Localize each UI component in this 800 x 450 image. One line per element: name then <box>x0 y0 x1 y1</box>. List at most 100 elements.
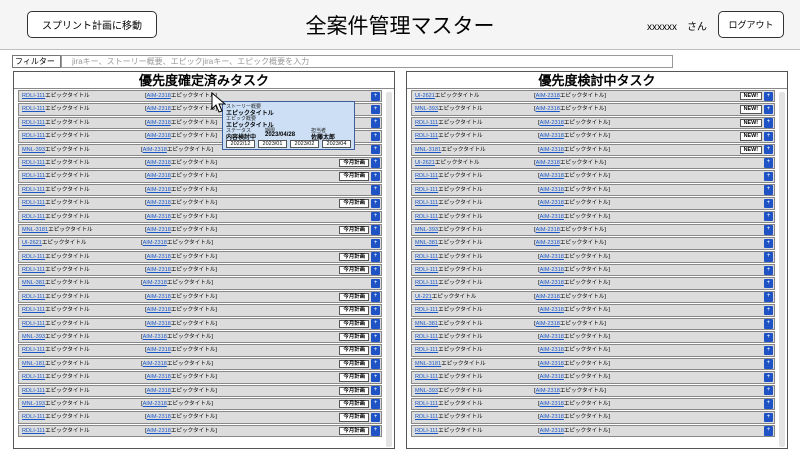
add-icon[interactable]: + <box>764 131 773 142</box>
story-key-link[interactable]: RDLI-111 <box>415 307 438 313</box>
story-key-link[interactable]: RDLI-111 <box>415 334 438 340</box>
epic-key-link[interactable]: AIM-2318 <box>540 374 564 380</box>
task-row[interactable]: RDLI-111エピックタイトル[AIM-2318エピックタイトル]+ <box>411 197 775 210</box>
add-icon[interactable]: + <box>371 305 380 316</box>
story-key-link[interactable]: RDLI-111 <box>415 374 438 380</box>
scrollbar[interactable] <box>386 92 392 447</box>
monthly-plan-badge[interactable]: 今月計画 <box>339 225 369 235</box>
task-row[interactable]: RDLI-111エピックタイトル [AIM-2318エピックタイトル] NEW! + <box>411 130 775 143</box>
add-icon[interactable]: + <box>371 372 380 383</box>
add-icon[interactable]: + <box>764 278 773 289</box>
task-row[interactable]: RDLI-111エピックタイトル[AIM-2318エピックタイトル]+ <box>411 344 775 357</box>
add-icon[interactable]: + <box>764 91 773 101</box>
story-key-link[interactable]: RDLI-111 <box>22 428 45 434</box>
add-icon[interactable]: + <box>371 91 380 101</box>
epic-key-link[interactable]: AIM-2318 <box>147 227 171 233</box>
story-key-link[interactable]: MNL-181 <box>22 361 45 367</box>
epic-key-link[interactable]: AIM-2318 <box>540 267 564 273</box>
filter-input[interactable] <box>61 55 673 68</box>
story-key-link[interactable]: RDLI-111 <box>415 214 438 220</box>
story-key-link[interactable]: RDLI-111 <box>415 173 438 179</box>
story-key-link[interactable]: MNL-193 <box>22 401 45 407</box>
epic-key-link[interactable]: AIM-2318 <box>536 321 560 327</box>
add-icon[interactable]: + <box>371 399 380 409</box>
task-row[interactable]: MNL-393エピックタイトル [AIM-2318エピックタイトル] 今月計画 + <box>18 331 382 344</box>
monthly-plan-badge[interactable]: 今月計画 <box>339 413 369 422</box>
epic-key-link[interactable]: AIM-2318 <box>147 414 171 420</box>
epic-key-link[interactable]: AIM-2318 <box>143 240 167 246</box>
epic-key-link[interactable]: AIM-2318 <box>147 388 171 394</box>
monthly-plan-badge[interactable]: 今月計画 <box>339 266 369 275</box>
add-icon[interactable]: + <box>764 265 773 275</box>
story-key-link[interactable]: RDLI-111 <box>22 321 45 327</box>
epic-key-link[interactable]: AIM-2318 <box>540 280 564 286</box>
add-icon[interactable]: + <box>371 131 380 142</box>
epic-key-link[interactable]: AIM-2318 <box>540 254 564 260</box>
story-key-link[interactable]: MNL-393 <box>415 227 438 233</box>
task-row[interactable]: MNL-393エピックタイトル [AIM-2318エピックタイトル] + <box>411 384 775 397</box>
epic-key-link[interactable]: AIM-2318 <box>540 334 564 340</box>
add-icon[interactable]: + <box>764 171 773 182</box>
story-key-link[interactable]: MNL-3181 <box>415 361 441 367</box>
task-row[interactable]: RDLI-111エピックタイトル [AIM-2318エピックタイトル] 今月計画 + <box>18 371 382 384</box>
add-icon[interactable]: + <box>371 225 380 235</box>
epic-key-link[interactable]: AIM-2318 <box>540 133 564 139</box>
task-row[interactable]: MNL-381エピックタイトル [AIM-2318エピックタイトル] + <box>411 317 775 331</box>
add-icon[interactable]: + <box>371 412 380 423</box>
epic-key-link[interactable]: AIM-2318 <box>147 307 171 313</box>
story-key-link[interactable]: RDLI-111 <box>22 388 45 394</box>
add-icon[interactable]: + <box>764 198 773 209</box>
story-key-link[interactable]: RDLI-111 <box>22 414 45 420</box>
epic-key-link[interactable]: AIM-2318 <box>143 361 167 367</box>
story-key-link[interactable]: RDLI-111 <box>415 280 438 286</box>
add-icon[interactable]: + <box>764 386 773 396</box>
add-icon[interactable]: + <box>371 118 380 128</box>
add-icon[interactable]: + <box>371 319 380 329</box>
story-key-link[interactable]: RDLI-111 <box>22 267 45 273</box>
sprint-button[interactable]: 2023/01 <box>258 140 287 148</box>
story-key-link[interactable]: RDLI-111 <box>22 160 45 166</box>
task-row[interactable]: RDLI-111エピックタイトル[AIM-2318エピックタイトル]+ <box>411 250 775 264</box>
add-icon[interactable]: + <box>371 145 380 155</box>
monthly-plan-badge[interactable]: 今月計画 <box>339 252 369 262</box>
task-row[interactable]: RDLI-111エピックタイトル [AIM-2318エピックタイトル] 今月計画 + <box>18 304 382 317</box>
monthly-plan-badge[interactable]: 今月計画 <box>339 333 369 342</box>
story-key-link[interactable]: RDLI-111 <box>22 347 45 353</box>
story-key-link[interactable]: UI-2621 <box>415 93 435 99</box>
monthly-plan-badge[interactable]: 今月計画 <box>339 319 369 329</box>
epic-key-link[interactable]: AIM-2318 <box>536 294 560 300</box>
epic-key-link[interactable]: AIM-2318 <box>540 120 564 126</box>
new-badge[interactable]: NEW! <box>739 92 762 101</box>
task-row[interactable]: MNL-181エピックタイトル [AIM-2318エピックタイトル] 今月計画 + <box>18 357 382 371</box>
add-icon[interactable]: + <box>764 345 773 356</box>
epic-key-link[interactable]: AIM-2318 <box>147 347 171 353</box>
add-icon[interactable]: + <box>371 104 380 115</box>
epic-key-link[interactable]: AIM-2318 <box>143 401 167 407</box>
story-key-link[interactable]: RDLI-111 <box>415 267 438 273</box>
task-row[interactable]: MNL-3181エピックタイトル [AIM-2318エピックタイトル] + <box>411 357 775 371</box>
task-row[interactable]: RDLI-111エピックタイトル[AIM-2318エピックタイトル]+ <box>411 183 775 197</box>
epic-key-link[interactable]: AIM-2318 <box>540 414 564 420</box>
epic-key-link[interactable]: AIM-2318 <box>540 428 564 434</box>
add-icon[interactable]: + <box>764 292 773 302</box>
story-key-link[interactable]: UI-221 <box>415 294 432 300</box>
epic-key-link[interactable]: AIM-2318 <box>540 401 564 407</box>
story-key-link[interactable]: RDLI-111 <box>22 106 45 112</box>
epic-key-link[interactable]: AIM-2318 <box>147 321 171 327</box>
epic-key-link[interactable]: AIM-2318 <box>540 147 564 153</box>
add-icon[interactable]: + <box>371 212 380 222</box>
epic-key-link[interactable]: AIM-2318 <box>147 267 171 273</box>
add-icon[interactable]: + <box>371 386 380 396</box>
task-row[interactable]: RDLI-111エピックタイトル[AIM-2318エピックタイトル]+ <box>411 397 775 411</box>
logout-button[interactable]: ログアウト <box>718 11 784 38</box>
story-key-link[interactable]: RDLI-111 <box>415 254 438 260</box>
epic-key-link[interactable]: AIM-2318 <box>147 120 171 126</box>
task-row[interactable]: RDLI-111エピックタイトル[AIM-2318エピックタイトル]+ <box>411 210 775 223</box>
epic-key-link[interactable]: AIM-2318 <box>143 280 167 286</box>
task-row[interactable]: RDLI-111エピックタイトル [AIM-2318エピックタイトル] 今月計画 + <box>18 411 382 424</box>
epic-key-link[interactable]: AIM-2318 <box>147 374 171 380</box>
story-key-link[interactable]: MNL-393 <box>415 106 438 112</box>
add-icon[interactable]: + <box>764 212 773 222</box>
task-row[interactable]: RDLI-111エピックタイトル[AIM-2318エピックタイトル]+ <box>411 411 775 424</box>
epic-key-link[interactable]: AIM-2318 <box>143 334 167 340</box>
